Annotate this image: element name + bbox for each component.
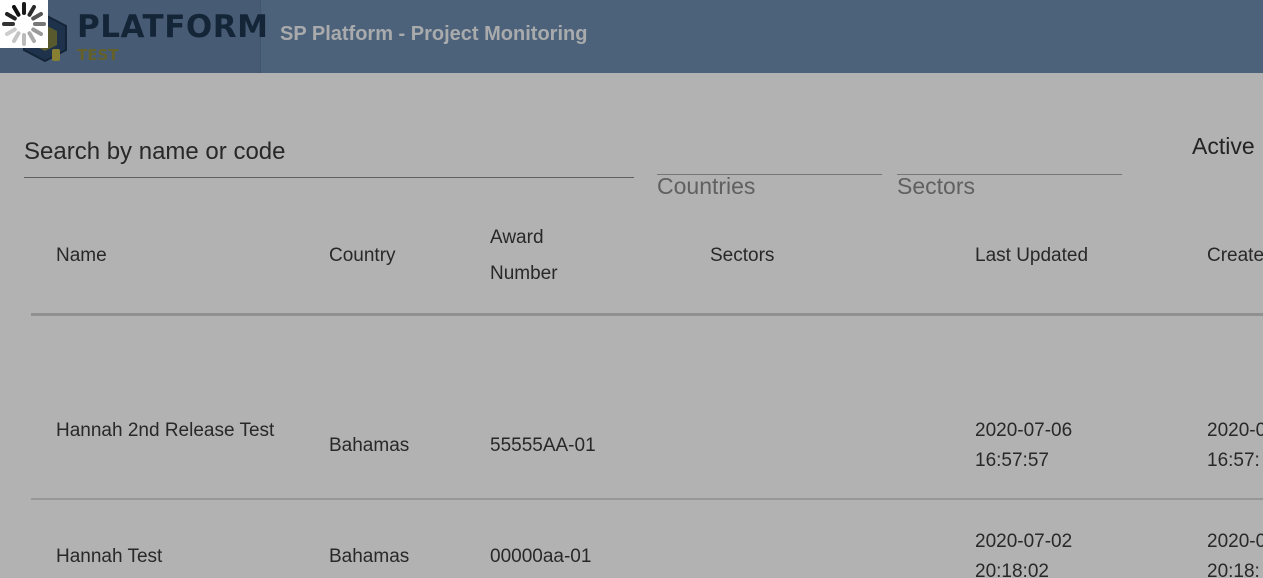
- logo-subtext: TEST: [77, 46, 119, 64]
- countries-select-label: Countries: [657, 173, 756, 199]
- main-content: Countries Sectors Active: [0, 73, 1263, 578]
- cell-last-updated: 2020-07-06 16:57:57: [975, 420, 1073, 471]
- cell-created: 2020-0 20:18:: [1207, 531, 1263, 578]
- countries-select[interactable]: Countries: [657, 174, 882, 205]
- active-toggle-label[interactable]: Active: [1192, 135, 1255, 158]
- cell-country: Bahamas: [329, 435, 410, 456]
- sectors-select-label: Sectors: [897, 173, 975, 199]
- app-header: PLATFORM TEST SP Platform - Project Moni…: [0, 0, 1263, 73]
- table-header-divider: [31, 313, 1263, 316]
- cell-name[interactable]: Hannah 2nd Release Test: [56, 416, 286, 446]
- cell-country: Bahamas: [329, 546, 410, 567]
- column-header-country[interactable]: Country: [329, 238, 396, 274]
- cell-award-number: 55555AA-01: [490, 435, 596, 456]
- cell-award-number: 00000aa-01: [490, 546, 592, 567]
- table-row-divider: [31, 498, 1263, 500]
- column-header-name[interactable]: Name: [56, 238, 107, 274]
- column-header-award-number[interactable]: Award Number: [490, 220, 590, 292]
- search-field[interactable]: [24, 137, 634, 178]
- cell-created: 2020-0 16:57:: [1207, 420, 1263, 471]
- loading-spinner: [0, 0, 48, 48]
- column-header-last-updated[interactable]: Last Updated: [975, 238, 1088, 274]
- column-header-sectors[interactable]: Sectors: [710, 238, 774, 274]
- cell-name[interactable]: Hannah Test: [56, 542, 286, 572]
- page-title: SP Platform - Project Monitoring: [280, 23, 588, 45]
- loading-spinner-icon: [2, 2, 46, 46]
- logo-text: PLATFORM: [77, 9, 269, 45]
- column-header-created[interactable]: Create: [1207, 238, 1263, 274]
- search-input[interactable]: [24, 137, 624, 167]
- cell-last-updated: 2020-07-02 20:18:02: [975, 531, 1073, 578]
- sectors-select[interactable]: Sectors: [897, 174, 1122, 205]
